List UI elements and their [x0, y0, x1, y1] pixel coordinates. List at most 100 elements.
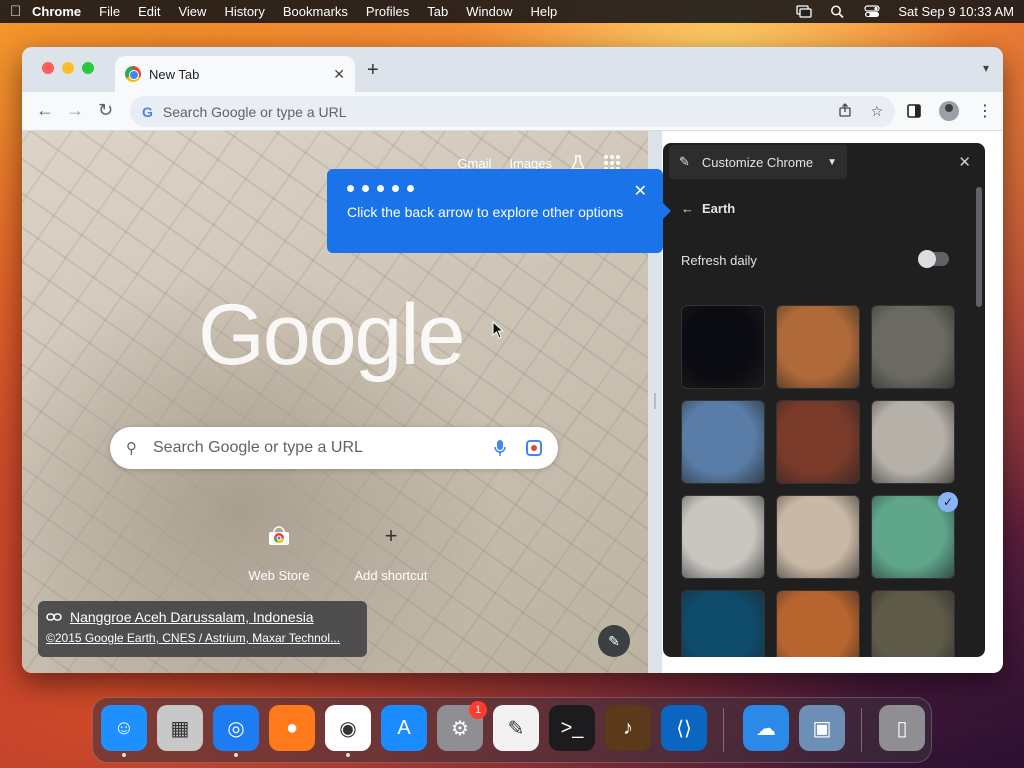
apple-icon[interactable]:  — [10, 3, 32, 20]
dock-chrome-icon[interactable]: ◉ — [325, 705, 371, 757]
menu-tab[interactable]: Tab — [427, 4, 448, 19]
menu-window[interactable]: Window — [466, 4, 512, 19]
dock-safari-icon[interactable]: ◎ — [213, 705, 259, 757]
customize-pencil-button[interactable]: ✎ — [598, 625, 630, 657]
plus-icon: + — [384, 523, 398, 548]
google-logo: Google — [198, 287, 465, 383]
dock-finder-icon[interactable]: ☺ — [101, 705, 147, 757]
new-tab-button[interactable]: + — [367, 59, 379, 82]
tab-new-tab[interactable]: New Tab ✕ — [115, 56, 355, 92]
menu-history[interactable]: History — [224, 4, 264, 19]
selected-check-icon: ✓ — [938, 492, 958, 512]
close-tab-icon[interactable]: ✕ — [333, 66, 345, 83]
shortcut-web-store[interactable]: Web Store — [229, 516, 329, 583]
dock-trash-icon[interactable]: ▯ — [879, 705, 925, 751]
bookmark-star-icon[interactable]: ☆ — [870, 103, 883, 120]
toolbar: ← → ↻ G Search Google or type a URL ☆ ⋮ — [22, 92, 1003, 131]
omnibox-placeholder[interactable]: Search Google or type a URL — [163, 104, 347, 120]
chevron-down-icon: ▼ — [827, 156, 837, 168]
background-thumbnail[interactable] — [776, 305, 860, 389]
minimize-window-button[interactable] — [62, 62, 74, 74]
back-to-collections[interactable]: ← Earth — [681, 201, 735, 216]
share-icon[interactable] — [838, 103, 852, 117]
close-window-button[interactable] — [42, 62, 54, 74]
callout-message: Click the back arrow to explore other op… — [347, 204, 624, 220]
background-thumbnail[interactable] — [776, 590, 860, 657]
dock-textedit-icon[interactable]: ✎ — [493, 705, 539, 751]
menu-edit[interactable]: Edit — [138, 4, 160, 19]
running-indicator — [346, 753, 350, 757]
refresh-daily-label: Refresh daily — [681, 253, 757, 268]
panel-title: Customize Chrome — [701, 154, 814, 170]
spotlight-search-icon[interactable] — [830, 5, 846, 18]
dock-vs-code-icon[interactable]: ⟨⟩ — [661, 705, 707, 751]
background-thumbnail[interactable]: ✓ — [871, 492, 958, 579]
menu-profiles[interactable]: Profiles — [366, 4, 409, 19]
more-menu-icon[interactable]: ⋮ — [977, 101, 993, 121]
dock-system-settings-icon[interactable]: ⚙ 1 — [437, 701, 487, 751]
dock-garageband-icon[interactable]: ♪ — [605, 705, 651, 751]
forward-arrow-icon[interactable]: → — [66, 100, 84, 121]
panel-scrollbar[interactable] — [976, 187, 982, 307]
profile-avatar[interactable] — [939, 101, 959, 121]
zoom-window-button[interactable] — [82, 62, 94, 74]
dock: ☺ ▦ ◎ ● ◉ A ⚙ 1 ✎ >_ ♪ ⟨⟩ ☁ ▣ ▯ — [92, 697, 932, 763]
shortcut-label: Add shortcut — [354, 568, 428, 583]
background-thumbnail[interactable] — [681, 400, 765, 484]
ntp-search-box[interactable]: ⚲ Search Google or type a URL — [110, 427, 558, 469]
web-store-icon — [259, 516, 299, 556]
shortcut-add[interactable]: + Add shortcut — [341, 516, 441, 583]
menu-bookmarks[interactable]: Bookmarks — [283, 4, 348, 19]
chrome-window: New Tab ✕ + ▾ ← → ↻ G Search Google or t… — [22, 47, 1003, 673]
back-arrow-icon[interactable]: ← — [681, 201, 694, 216]
close-callout-icon[interactable]: ✕ — [634, 181, 647, 201]
refresh-daily-toggle[interactable] — [918, 250, 949, 268]
background-thumbnail[interactable] — [681, 495, 765, 579]
chrome-favicon-icon — [125, 66, 141, 82]
mouse-cursor-icon — [492, 321, 504, 339]
panel-header-dropdown[interactable]: ✎ Customize Chrome ▼ — [669, 145, 847, 179]
customize-chrome-panel: ✎ Customize Chrome ▼ ✕ ← Earth Refresh d… — [663, 143, 985, 657]
menu-file[interactable]: File — [99, 4, 120, 19]
background-thumbnail[interactable] — [776, 400, 860, 484]
attribution-location-link[interactable]: Nanggroe Aceh Darussalam, Indonesia — [70, 609, 314, 625]
dock-terminal-icon[interactable]: >_ — [549, 705, 595, 751]
notification-badge: 1 — [469, 701, 487, 719]
iph-callout: ✕ Click the back arrow to explore other … — [327, 169, 671, 253]
tab-search-chevron-icon[interactable]: ▾ — [983, 61, 989, 75]
reload-icon[interactable]: ↻ — [98, 100, 113, 121]
progress-dots — [347, 185, 643, 192]
dock-launchpad-icon[interactable]: ▦ — [157, 705, 203, 751]
background-thumbnail[interactable] — [871, 305, 955, 389]
dock-firefox-icon[interactable]: ● — [269, 705, 315, 751]
background-thumbnail[interactable] — [681, 590, 765, 657]
voice-search-mic-icon[interactable] — [494, 439, 506, 457]
background-grid: ✓ — [681, 305, 958, 657]
search-icon: ⚲ — [126, 440, 137, 457]
pencil-icon: ✎ — [679, 154, 690, 169]
background-thumbnail[interactable] — [871, 400, 955, 484]
shortcut-label: Web Store — [248, 568, 310, 583]
tab-strip: New Tab ✕ + ▾ — [22, 47, 1003, 92]
menu-datetime[interactable]: Sat Sep 9 10:33 AM — [898, 4, 1014, 19]
dock-virtualbox-icon[interactable]: ▣ — [799, 705, 845, 751]
close-panel-icon[interactable]: ✕ — [958, 153, 971, 171]
background-thumbnail[interactable] — [681, 305, 765, 389]
menu-app-name[interactable]: Chrome — [32, 4, 81, 19]
background-thumbnail[interactable] — [871, 590, 955, 657]
display-icon[interactable] — [796, 5, 813, 18]
google-lens-icon[interactable] — [526, 440, 542, 456]
ntp-search-placeholder[interactable]: Search Google or type a URL — [153, 439, 363, 457]
menu-help[interactable]: Help — [531, 4, 558, 19]
dock-weather-icon[interactable]: ☁ — [743, 705, 789, 751]
side-panel-icon[interactable] — [907, 104, 921, 118]
back-arrow-icon[interactable]: ← — [36, 100, 54, 121]
attribution-credit-link[interactable]: ©2015 Google Earth, CNES / Astrium, Maxa… — [46, 631, 359, 645]
google-g-icon: G — [142, 103, 153, 120]
dock-app-store-icon[interactable]: A — [381, 705, 427, 751]
omnibox[interactable]: G Search Google or type a URL ☆ — [130, 96, 895, 127]
background-thumbnail[interactable] — [776, 495, 860, 579]
menu-bar:  Chrome File Edit View History Bookmark… — [0, 0, 1024, 23]
menu-view[interactable]: View — [178, 4, 206, 19]
control-center-icon[interactable] — [864, 5, 880, 18]
